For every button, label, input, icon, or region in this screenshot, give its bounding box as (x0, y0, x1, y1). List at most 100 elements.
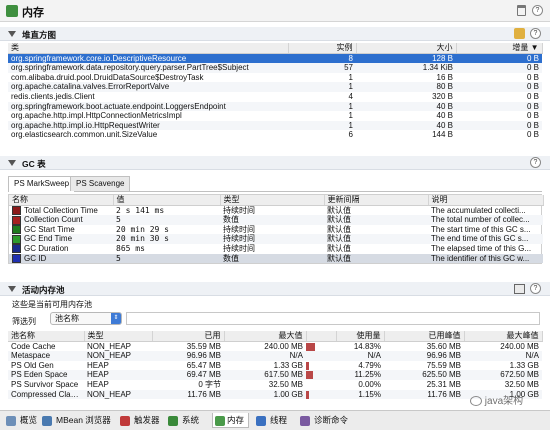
pool-max: 240.00 MB (264, 341, 303, 351)
gc-attribute-name: Collection Count (9, 215, 113, 225)
gc-attribute-name: GC ID (9, 253, 113, 264)
table-row[interactable]: PS Eden Space HEAP 69.47 MB 617.50 MB 11.25%… (8, 370, 542, 380)
layout-icon[interactable] (514, 284, 525, 294)
watermark-logo-icon (470, 396, 482, 407)
gc-value: 5 (113, 253, 220, 264)
table-row[interactable]: PS Old Gen HEAP 65.47 MB 1.33 GB 4.79% 75.59 … (8, 361, 542, 371)
column-header-pool-type[interactable]: 类型 (84, 331, 153, 342)
column-header-used[interactable]: 已用 (152, 331, 225, 342)
column-header-max[interactable]: 最大值 (224, 331, 307, 342)
pool-max: 1.33 GB (273, 360, 303, 370)
heap-histogram-header[interactable]: 堆直方图 (0, 27, 550, 41)
gc-type: 持续时间 (220, 234, 324, 244)
gc-attribute-label: GC ID (24, 253, 47, 263)
delta: 0 B (526, 130, 539, 140)
column-header-pool-name[interactable]: 池名称 (8, 331, 85, 342)
tab-mbean-browser[interactable]: MBean 浏览器 (42, 413, 111, 428)
table-row[interactable]: org.springframework.data.repository.quer… (8, 63, 542, 73)
collapse-icon[interactable] (8, 286, 16, 292)
filter-column-select[interactable]: 池名称 ⇕ (50, 312, 122, 325)
column-header-name[interactable]: 名称 (9, 195, 114, 206)
series-color-swatch[interactable] (12, 225, 21, 235)
collapse-icon[interactable] (8, 160, 16, 166)
table-row[interactable]: GC ID 5 数值 默认值 The identifier of this GC w..… (9, 253, 543, 264)
pool-peak-used: 75.59 MB (426, 360, 461, 370)
table-row[interactable]: org.springframework.core.io.DescriptiveR… (8, 53, 542, 64)
series-color-swatch[interactable] (12, 234, 21, 244)
tab-diagnostic-commands[interactable]: 诊断命令 (300, 413, 348, 428)
size: 80 B (356, 82, 456, 92)
series-color-swatch[interactable] (12, 253, 21, 263)
table-row[interactable]: org.elasticsearch.common.unit.SizeValue 6… (8, 130, 542, 140)
filter-input[interactable] (126, 312, 540, 325)
table-row[interactable]: PS Survivor Space HEAP 0 字节 32.50 MB 0.00% 25… (8, 380, 542, 390)
tab-system[interactable]: 系统 (168, 413, 199, 428)
table-row[interactable]: Code Cache NON_HEAP 35.59 MB 240.00 MB 14.83… (8, 341, 542, 351)
tab-threads[interactable]: 线程 (256, 413, 287, 428)
table-row[interactable]: com.alibaba.druid.pool.DruidDataSource$D… (8, 73, 542, 83)
help-icon[interactable]: ? (530, 283, 541, 294)
help-icon[interactable]: ? (530, 28, 541, 39)
gc-interval: 默认值 (327, 224, 351, 234)
gc-table-header[interactable]: GC 表 (0, 156, 550, 170)
class-name: org.springframework.boot.actuate.endpoin… (8, 101, 288, 112)
table-row[interactable]: org.springframework.boot.actuate.endpoin… (8, 101, 542, 112)
class-name: org.apache.http.impl.io.HttpRequestWrite… (8, 120, 288, 131)
section-title: 堆直方图 (22, 30, 57, 40)
tab-label: 诊断命令 (314, 415, 349, 425)
table-row[interactable]: org.apache.http.impl.HttpConnectionMetri… (8, 111, 542, 121)
table-row[interactable]: Metaspace NON_HEAP 96.96 MB N/A N/A 96.96 MB N… (8, 351, 542, 361)
gc-interval: 默认值 (324, 234, 428, 244)
tab-icon (215, 416, 225, 426)
column-header-type[interactable]: 类型 (220, 195, 325, 206)
table-row[interactable]: Total Collection Time 2 s 141 ms 持续时间 默认值 Th… (9, 205, 543, 215)
table-row[interactable]: redis.clients.jedis.Client 4 320 B 0 B (8, 92, 542, 102)
memory-pools-header[interactable]: 活动内存池 (0, 282, 550, 296)
column-header-value[interactable]: 值 (113, 195, 221, 206)
refresh-icon[interactable] (514, 28, 525, 39)
help-icon[interactable]: ? (532, 5, 543, 16)
column-header-interval[interactable]: 更新间隔 (324, 195, 429, 206)
tab-ps-scavenge[interactable]: PS Scavenge (70, 176, 131, 191)
series-color-swatch[interactable] (12, 244, 21, 254)
tab-overview[interactable]: 概览 (6, 413, 37, 428)
help-icon[interactable]: ? (530, 157, 541, 168)
table-row[interactable]: GC Start Time 20 min 29 s 持续时间 默认值 The start… (9, 225, 543, 235)
trash-icon[interactable] (517, 5, 526, 16)
gc-type: 持续时间 (223, 243, 255, 253)
column-header-delta[interactable]: 增量 ▼ (456, 43, 543, 54)
section-title: 活动内存池 (22, 285, 65, 295)
column-header-description[interactable]: 说明 (428, 195, 544, 206)
gc-type: 持续时间 (223, 205, 255, 215)
column-header-peak-used[interactable]: 已用峰值 (384, 331, 465, 342)
tab-icon (120, 416, 130, 426)
tab-triggers[interactable]: 触发器 (120, 413, 160, 428)
series-color-swatch[interactable] (12, 215, 21, 225)
gc-description: The identifier of this GC w... (428, 253, 543, 264)
table-row[interactable]: GC Duration 865 ms 持续时间 默认值 The elapsed time… (9, 244, 543, 254)
column-header-size[interactable]: 大小 (356, 43, 457, 54)
table-row[interactable]: org.apache.catalina.valves.ErrorReportVa… (8, 82, 542, 92)
column-header-class[interactable]: 类 (8, 43, 289, 54)
tab-ps-marksweep[interactable]: PS MarkSweep (8, 176, 76, 192)
table-row[interactable]: org.apache.http.impl.io.HttpRequestWrite… (8, 120, 542, 131)
pools-subtitle: 这些是当前可用内存池 (12, 300, 92, 309)
pool-used: 11.76 MB (152, 389, 224, 400)
pool-name: Compressed Clas... (8, 389, 84, 400)
table-row[interactable]: Compressed Clas... NON_HEAP 11.76 MB 1.00 G… (8, 389, 542, 400)
table-row[interactable]: Collection Count 5 数值 默认值 The total number o… (9, 215, 543, 225)
column-header-usage[interactable]: 使用量 (336, 331, 385, 342)
gc-description: The accumulated collecti... (431, 205, 526, 215)
pool-max: N/A (224, 351, 306, 361)
column-header-bar[interactable] (306, 331, 337, 342)
instance-count: 1 (348, 111, 353, 121)
delta: 0 B (456, 120, 542, 131)
series-color-swatch[interactable] (12, 205, 21, 215)
class-name: redis.clients.jedis.Client (11, 91, 95, 101)
collapse-icon[interactable] (8, 31, 16, 37)
table-row[interactable]: GC End Time 20 min 30 s 持续时间 默认值 The end tim… (9, 234, 543, 244)
column-header-instances[interactable]: 实例 (288, 43, 357, 54)
tab-memory[interactable]: 内存 (212, 413, 250, 428)
usage-bar-cell (306, 351, 336, 361)
column-header-peak-max[interactable]: 最大峰值 (464, 331, 543, 342)
